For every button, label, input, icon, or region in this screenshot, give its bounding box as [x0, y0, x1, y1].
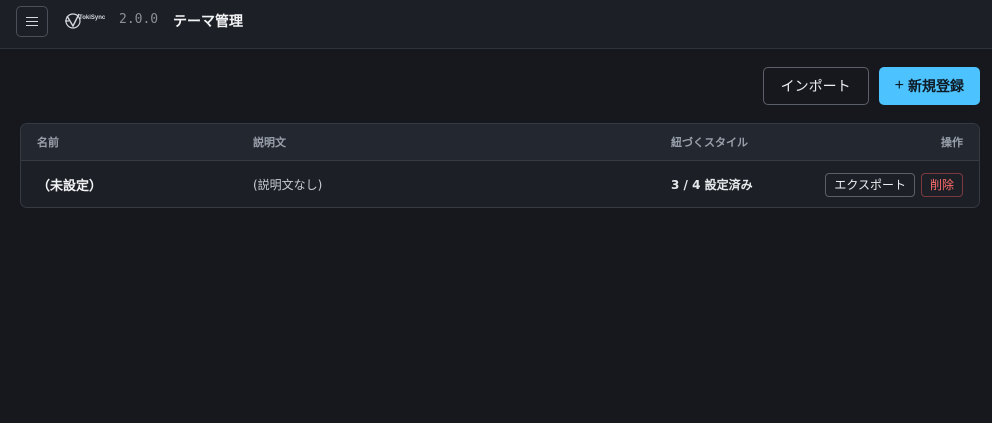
- app-logo: [65, 13, 81, 29]
- top-bar: TokiSync 2.0.0 テーマ管理: [0, 0, 992, 49]
- logo-text: TokiSync: [79, 15, 106, 21]
- hamburger-icon: [26, 16, 38, 27]
- column-header-name: 名前: [37, 136, 59, 149]
- column-header-operations: 操作: [941, 136, 963, 149]
- page-actions: インポート + 新規登録: [762, 67, 980, 105]
- column-header-description: 説明文: [253, 136, 286, 149]
- theme-styles-status: 3 / 4 設定済み: [671, 178, 753, 192]
- plus-icon: +: [894, 77, 904, 94]
- theme-name: （未設定）: [37, 179, 103, 194]
- theme-description: (説明文なし): [253, 178, 323, 192]
- menu-button[interactable]: [16, 6, 48, 37]
- import-button[interactable]: インポート: [762, 67, 869, 105]
- row-operations: エクスポート 削除: [825, 161, 963, 207]
- app-version: 2.0.0: [119, 12, 159, 27]
- page-title: テーマ管理: [173, 14, 243, 30]
- new-register-label: 新規登録: [908, 78, 964, 94]
- theme-table: 名前 説明文 紐づくスタイル 操作 （未設定） (説明文なし) 3 / 4 設定…: [20, 123, 980, 208]
- new-register-button[interactable]: + 新規登録: [878, 67, 980, 105]
- delete-button[interactable]: 削除: [920, 172, 963, 197]
- column-header-styles: 紐づくスタイル: [671, 136, 748, 149]
- table-row: （未設定） (説明文なし) 3 / 4 設定済み エクスポート 削除: [21, 161, 979, 207]
- export-button[interactable]: エクスポート: [825, 172, 915, 197]
- table-header: 名前 説明文 紐づくスタイル 操作: [21, 124, 979, 161]
